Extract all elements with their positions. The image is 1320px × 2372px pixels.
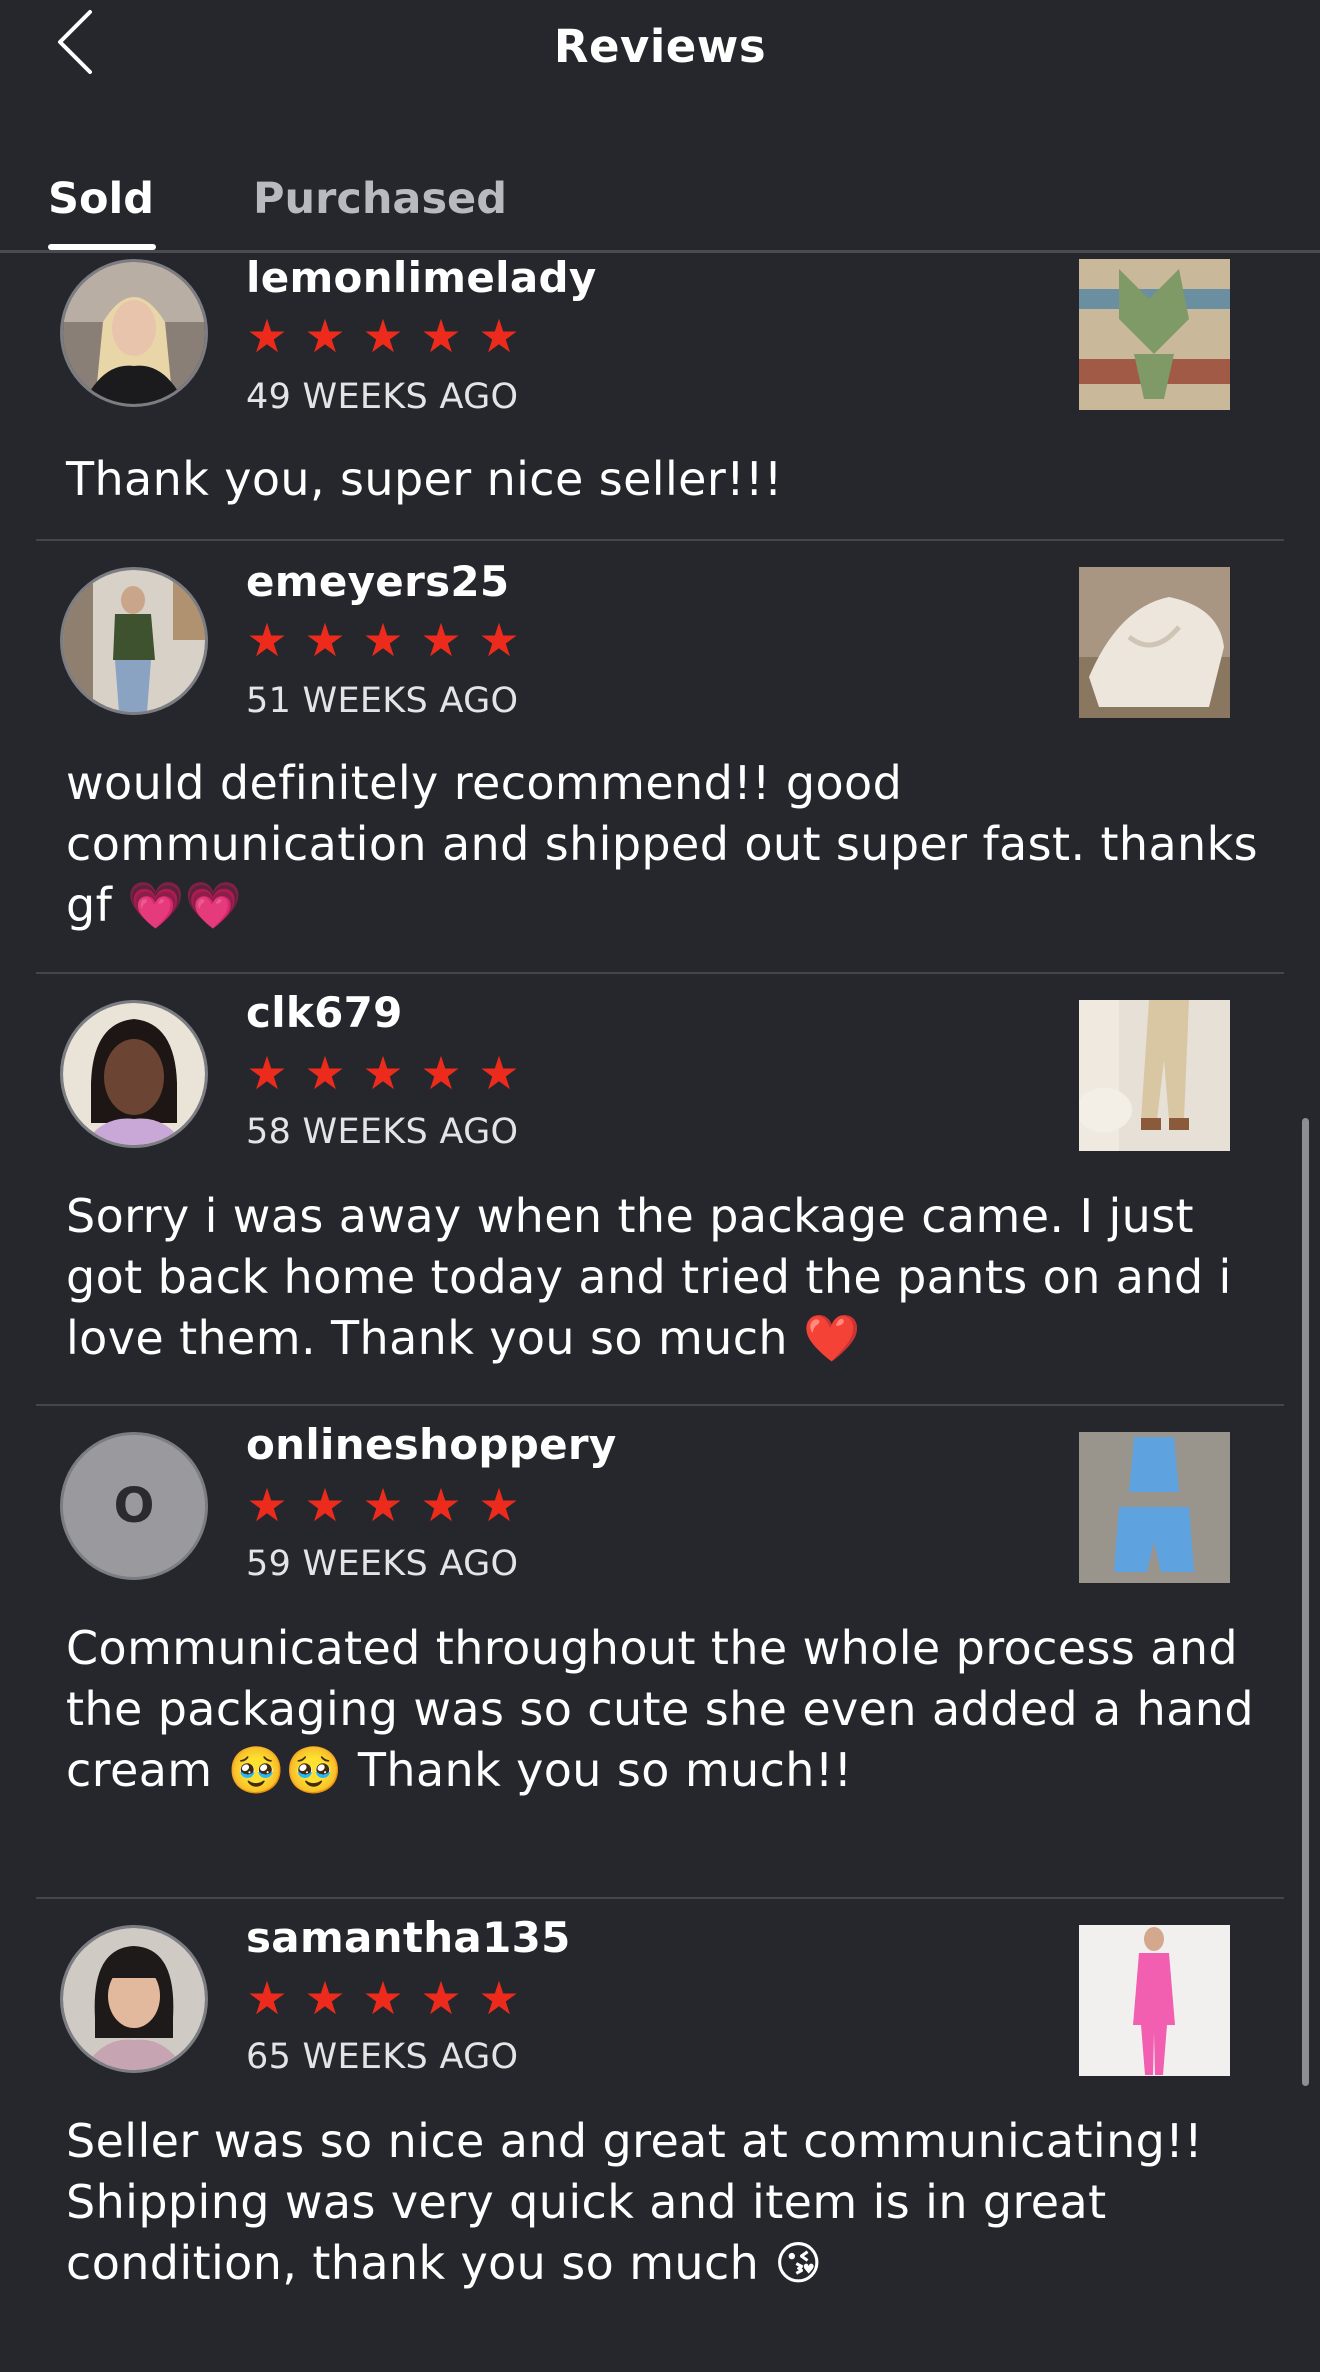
star-icon: ★ [420, 613, 462, 667]
star-rating: ★ ★ ★ ★ ★ [244, 617, 522, 663]
star-icon: ★ [420, 1046, 462, 1100]
tab-sold[interactable]: Sold [48, 174, 154, 224]
star-icon: ★ [362, 1046, 404, 1100]
star-icon: ★ [478, 613, 520, 667]
star-icon: ★ [304, 1478, 346, 1532]
review-text: Thank you, super nice seller!!! [66, 452, 783, 506]
review-timestamp: 59 WEEKS AGO [246, 1544, 519, 1584]
item-thumbnail[interactable] [1079, 567, 1230, 718]
review-item: emeyers25 ★ ★ ★ ★ ★ 51 WEEKS AGO would d… [0, 541, 1320, 974]
star-icon: ★ [304, 1971, 346, 2025]
star-icon: ★ [478, 309, 520, 363]
star-icon: ★ [420, 1971, 462, 2025]
reviewer-username[interactable]: onlineshoppery [246, 1420, 617, 1469]
star-rating: ★ ★ ★ ★ ★ [244, 313, 522, 359]
review-text: would definitely recommend!! good commun… [66, 756, 1259, 932]
review-item: O onlineshoppery ★ ★ ★ ★ ★ 59 WEEKS AGO … [0, 1406, 1320, 1899]
star-icon: ★ [478, 1971, 520, 2025]
star-icon: ★ [362, 613, 404, 667]
reviewer-username[interactable]: lemonlimelady [246, 253, 597, 302]
avatar[interactable] [60, 567, 208, 715]
star-icon: ★ [246, 1046, 288, 1100]
review-timestamp: 49 WEEKS AGO [246, 377, 519, 417]
star-icon: ★ [304, 309, 346, 363]
review-timestamp: 58 WEEKS AGO [246, 1112, 519, 1152]
review-text: Communicated throughout the whole proces… [66, 1621, 1254, 1797]
avatar[interactable] [60, 259, 208, 407]
review-list[interactable]: lemonlimelady ★ ★ ★ ★ ★ 49 WEEKS AGO Tha… [0, 253, 1320, 2372]
star-icon: ★ [362, 1971, 404, 2025]
star-icon: ★ [478, 1046, 520, 1100]
star-rating: ★ ★ ★ ★ ★ [244, 1482, 522, 1528]
star-icon: ★ [246, 1971, 288, 2025]
page-title: Reviews [553, 20, 767, 73]
item-thumbnail[interactable] [1079, 1925, 1230, 2076]
review-item: lemonlimelady ★ ★ ★ ★ ★ 49 WEEKS AGO Tha… [0, 253, 1320, 541]
header: Reviews [0, 0, 1320, 110]
review-item: samantha135 ★ ★ ★ ★ ★ 65 WEEKS AGO Selle… [0, 1899, 1320, 2372]
star-icon: ★ [304, 1046, 346, 1100]
star-icon: ★ [420, 309, 462, 363]
review-text: Sorry i was away when the package came. … [66, 1189, 1232, 1365]
avatar[interactable] [60, 1925, 208, 2073]
star-icon: ★ [246, 613, 288, 667]
tab-bar: Sold Purchased [0, 168, 1320, 253]
star-icon: ★ [420, 1478, 462, 1532]
review-timestamp: 51 WEEKS AGO [246, 681, 519, 721]
review-text: Seller was so nice and great at communic… [66, 2114, 1203, 2290]
review-item: clk679 ★ ★ ★ ★ ★ 58 WEEKS AGO Sorry i wa… [0, 974, 1320, 1406]
tab-purchased[interactable]: Purchased [253, 174, 507, 224]
star-icon: ★ [246, 309, 288, 363]
item-thumbnail[interactable] [1079, 1432, 1230, 1583]
item-thumbnail[interactable] [1079, 1000, 1230, 1151]
scrollbar[interactable] [1302, 1118, 1309, 2086]
reviewer-username[interactable]: samantha135 [246, 1913, 571, 1962]
avatar[interactable] [60, 1000, 208, 1148]
review-timestamp: 65 WEEKS AGO [246, 2037, 519, 2077]
reviewer-username[interactable]: emeyers25 [246, 557, 509, 606]
star-icon: ★ [478, 1478, 520, 1532]
star-rating: ★ ★ ★ ★ ★ [244, 1050, 522, 1096]
star-icon: ★ [362, 309, 404, 363]
star-icon: ★ [246, 1478, 288, 1532]
star-icon: ★ [304, 613, 346, 667]
reviewer-username[interactable]: clk679 [246, 988, 403, 1037]
avatar[interactable]: O [60, 1432, 208, 1580]
active-tab-indicator [48, 244, 156, 250]
item-thumbnail[interactable] [1079, 259, 1230, 410]
star-icon: ★ [362, 1478, 404, 1532]
star-rating: ★ ★ ★ ★ ★ [244, 1975, 522, 2021]
